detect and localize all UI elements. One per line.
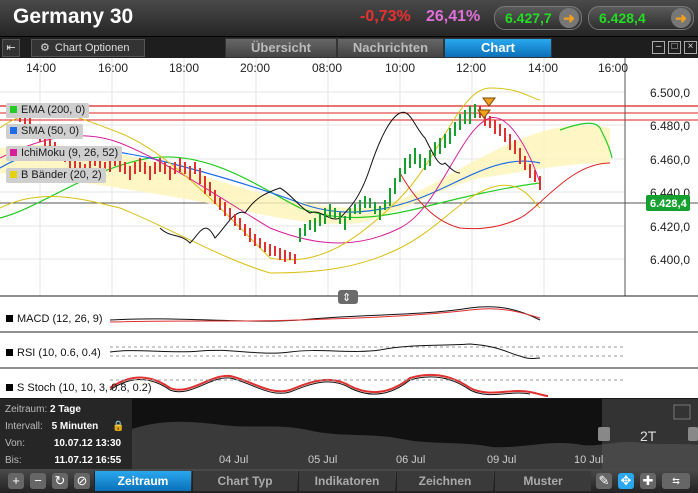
main-chart-svg[interactable]: 14:00 16:00 18:00 20:00 08:00 10:00 12:0… [0,58,698,398]
change-percent-value: 26,41% [426,8,481,25]
maximize-icon[interactable]: □ [668,41,681,54]
legend-bollinger[interactable]: B Bänder (20, 2) [6,168,106,183]
price-label: 6.480,0 [650,119,690,133]
legend-swatch [10,149,17,156]
navigator-chart[interactable]: 04 Jul 05 Jul 06 Jul 09 Jul 10 Jul 2T [132,399,698,469]
info-panel: Zeitraum: 2 Tage Intervall: 5 Minuten 🔒 V… [0,399,132,469]
info-value: 10.07.12 13:30 [53,438,122,449]
sell-price-button[interactable]: 6.427,7 ➜ [494,6,582,30]
macd-label[interactable]: MACD (12, 26, 9) [6,313,103,325]
stoch-line [109,373,549,397]
info-value: 5 Minuten [51,421,99,432]
rsi-label-text: RSI (10, 0.6, 0.4) [17,347,101,359]
tab-muster[interactable]: Muster [494,471,591,491]
scroll-end-icon[interactable] [673,404,691,420]
header-bar: Germany 30 -0,73% 26,41% 6.427,7 ➜ 6.428… [0,0,698,37]
navigator-date: 10 Jul [574,454,603,466]
cursor-icon[interactable]: ✥ [618,473,634,489]
price-label: 6.500,0 [650,86,690,100]
legend-label: SMA (50, 0) [21,125,80,137]
chevron-updown-icon: ⇕ [342,292,351,304]
tab-chart[interactable]: Chart [444,38,552,58]
legend-swatch [6,315,13,322]
macd-label-text: MACD (12, 26, 9) [17,313,103,325]
chart-area[interactable]: 14:00 16:00 18:00 20:00 08:00 10:00 12:0… [0,58,698,398]
price-label: 6.400,0 [650,253,690,267]
lock-icon[interactable]: 🔒 [112,421,124,432]
tab-overview[interactable]: Übersicht [225,38,337,58]
legend-label: EMA (200, 0) [21,104,86,116]
info-label: Von: [5,438,26,449]
close-icon[interactable]: × [684,41,697,54]
stoch-label-text: S Stoch (10, 10, 3, 0.8, 0.2) [17,382,152,394]
minimize-icon[interactable]: – [652,41,665,54]
navigator-date: 05 Jul [308,454,337,466]
chart-options-label: Chart Optionen [54,42,130,54]
stoch-label[interactable]: S Stoch (10, 10, 3, 0.8, 0.2) [6,382,152,394]
time-label: 14:00 [528,61,558,75]
legend-swatch [10,127,17,134]
info-label: Zeitraum: [5,404,48,415]
legend-swatch [10,106,17,113]
legend-swatch [10,171,17,178]
crosshair-icon[interactable]: ✚ [640,473,656,489]
navigator-area: Zeitraum: 2 Tage Intervall: 5 Minuten 🔒 V… [0,399,698,469]
sell-arrow-icon: ➜ [559,8,579,28]
current-price-label: 6.428,4 [650,198,688,210]
tab-news[interactable]: Nachrichten [337,38,444,58]
refresh-icon[interactable]: ↻ [52,473,68,489]
buy-price: 6.428,4 [599,10,646,26]
navigator-date: 06 Jul [396,454,425,466]
no-entry-icon[interactable]: ⊘ [74,473,90,489]
navigator-handle-left[interactable] [598,427,610,441]
macd-signal-line [109,308,541,323]
legend-ichimoku[interactable]: IchiMoku (9, 26, 52) [6,146,123,161]
time-label: 14:00 [26,61,56,75]
info-value: 2 Tage [50,404,81,415]
gear-icon: ⚙ [40,42,50,54]
time-label: 20:00 [240,61,270,75]
legend-label: B Bänder (20, 2) [21,169,102,181]
price-label: 6.460,0 [650,153,690,167]
info-label: Bis: [5,455,22,466]
zoom-in-button[interactable]: + [8,473,24,489]
legend-swatch [6,384,13,391]
zoom-out-button[interactable]: − [30,473,46,489]
legend-swatch [6,349,13,356]
navigator-date: 09 Jul [487,454,516,466]
time-label: 12:00 [456,61,486,75]
rsi-line [109,343,541,359]
legend-ema[interactable]: EMA (200, 0) [6,103,90,118]
tab-indikatoren[interactable]: Indikatoren [298,471,395,491]
chart-options-button[interactable]: ⚙ Chart Optionen [31,39,145,57]
toolbar: ⇤ ⚙ Chart Optionen Übersicht Nachrichten … [0,37,698,58]
time-label: 16:00 [98,61,128,75]
change-value: -0,73% [360,8,411,25]
time-label: 18:00 [169,61,199,75]
time-label: 08:00 [312,61,342,75]
legend-sma[interactable]: SMA (50, 0) [6,124,84,139]
collapse-icon[interactable]: ⇤ [2,39,20,57]
info-label: Intervall: [5,421,43,432]
tab-zeichnen[interactable]: Zeichnen [396,471,493,491]
legend-label: IchiMoku (9, 26, 52) [21,147,119,159]
range-label: 2T [640,428,657,444]
pencil-icon[interactable]: ✎ [596,473,612,489]
buy-arrow-icon: ➜ [671,8,691,28]
bottom-toolbar: + − ↻ ⊘ Zeitraum Chart Typ Indikatoren Z… [0,469,698,493]
time-label: 16:00 [598,61,628,75]
buy-price-button[interactable]: 6.428,4 ➜ [588,6,694,30]
navigator-handle-right[interactable] [688,427,698,441]
sync-icon[interactable]: ⇆ [662,473,690,489]
time-label: 10:00 [385,61,415,75]
instrument-title: Germany 30 [13,5,134,28]
tab-chart-typ[interactable]: Chart Typ [192,471,297,491]
rsi-label[interactable]: RSI (10, 0.6, 0.4) [6,347,101,359]
sell-price: 6.427,7 [505,10,552,26]
navigator-date: 04 Jul [219,454,248,466]
tab-zeitraum[interactable]: Zeitraum [94,471,191,491]
price-label: 6.420,0 [650,220,690,234]
info-value: 11.07.12 16:55 [54,455,122,466]
